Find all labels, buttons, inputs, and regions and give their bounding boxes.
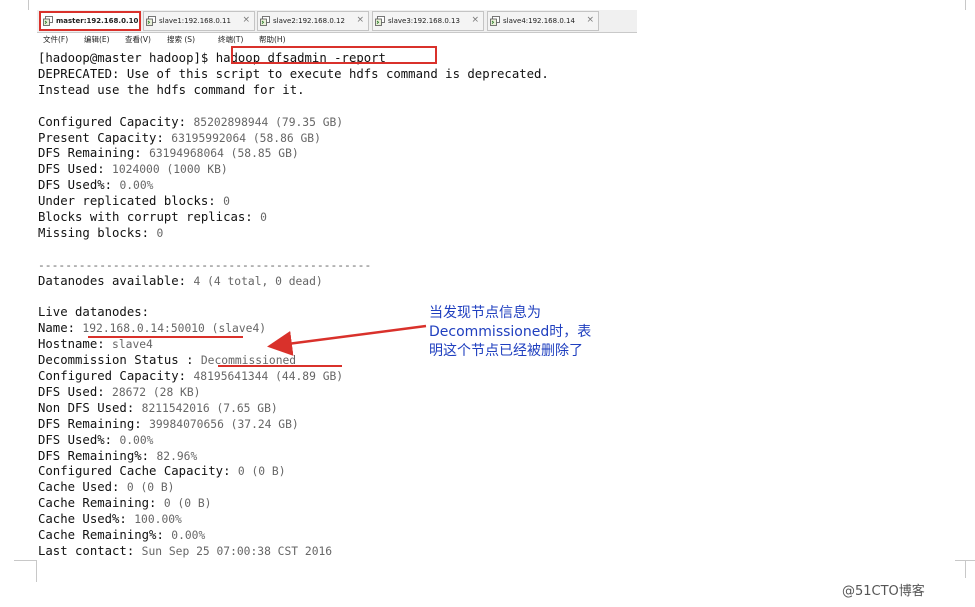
annotation-overlay	[88, 324, 427, 367]
watermark: @51CTO博客	[842, 584, 925, 599]
annotation-arrow	[267, 324, 427, 356]
